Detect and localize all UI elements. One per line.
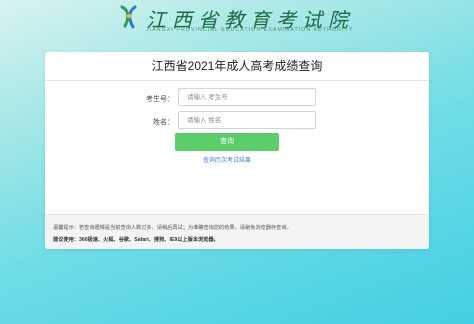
exam-no-input[interactable] [178,88,316,106]
notice-browser-text: 360极速、火狐、谷歌、Safari、搜狗、IE9以上版本浏览器。 [78,237,219,243]
notice-tip-label: 温馨提示： [53,225,79,231]
notice-browser: 建议使用：360极速、火狐、谷歌、Safari、搜狗、IE9以上版本浏览器。 [53,236,219,243]
name-label: 姓名： [153,119,174,126]
name-input[interactable] [178,111,316,129]
history-results-link[interactable]: 查询历次考试结果 [175,155,279,164]
logo-icon [120,5,137,29]
query-button[interactable]: 查询 [175,133,279,151]
notice-browser-label: 建议使用： [53,237,79,243]
site-header: 江西省教育考试院 JIANGXI PROVINCIAL EDUCATION EX… [0,0,474,44]
notice-panel: 温馨提示：若查询遇慢是当前查询人数过多，请稍后再试；为准确查询您的结果，请避免浏… [45,214,429,249]
notice-tip-text: 若查询遇慢是当前查询人数过多，请稍后再试；为准确查询您的结果，请避免浏览器存查询… [78,225,292,231]
query-card: 江西省2021年成人高考成绩查询 考生号： 姓名： 查询 查询历次考试结果 温馨… [45,52,429,249]
site-logo-subtitle: JIANGXI PROVINCIAL EDUCATION EXAMINATION… [146,27,354,33]
notice-tip: 温馨提示：若查询遇慢是当前查询人数过多，请稍后再试；为准确查询您的结果，请避免浏… [53,224,292,231]
page-title: 江西省2021年成人高考成绩查询 [45,52,429,81]
exam-no-label: 考生号： [146,96,174,103]
